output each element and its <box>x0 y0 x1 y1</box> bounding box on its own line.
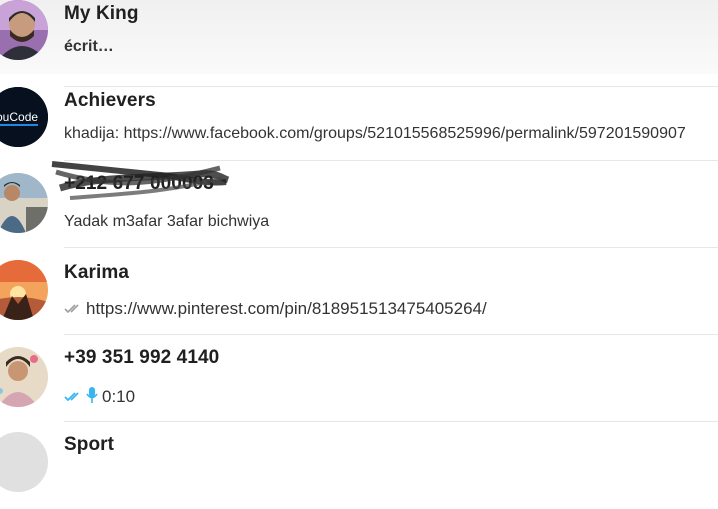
chat-list: My King écrit… ouCode Achievers khadija:… <box>0 0 718 492</box>
chat-name: +39 351 992 4140 <box>64 347 220 368</box>
avatar <box>0 260 48 320</box>
chat-preview-text: 0:10 <box>102 386 136 406</box>
chat-name: Karima <box>64 262 130 283</box>
chat-row-sport[interactable]: Sport <box>0 422 718 509</box>
chat-name: Sport <box>64 434 115 455</box>
redaction-scribble <box>51 161 230 200</box>
double-check-icon <box>64 388 84 408</box>
chat-preview: khadija: https://www.facebook.com/groups… <box>64 125 686 142</box>
mic-icon <box>86 386 98 409</box>
avatar-text: ouCode <box>0 110 38 124</box>
avatar <box>0 173 48 233</box>
avatar <box>0 432 48 492</box>
chat-name: Achievers <box>64 90 156 111</box>
chat-row-achievers[interactable]: ouCode Achievers khadija: https://www.fa… <box>0 74 718 161</box>
chat-preview: 0:10 <box>64 386 135 409</box>
chat-name: My King <box>64 3 139 24</box>
avatar: ouCode <box>0 87 48 147</box>
chat-preview: https://www.pinterest.com/pin/8189515134… <box>64 299 487 320</box>
chat-row-italian-number[interactable]: +39 351 992 4140 0:10 <box>0 335 718 422</box>
double-check-icon <box>64 300 84 320</box>
chat-preview: écrit… <box>64 38 114 55</box>
avatar <box>0 347 48 407</box>
chat-preview: Yadak m3afar 3afar bichwiya <box>64 213 270 230</box>
avatar <box>0 0 48 60</box>
chat-preview-text: https://www.pinterest.com/pin/8189515134… <box>86 299 487 318</box>
chat-row-karima[interactable]: Karima https://www.pinterest.com/pin/818… <box>0 248 718 335</box>
